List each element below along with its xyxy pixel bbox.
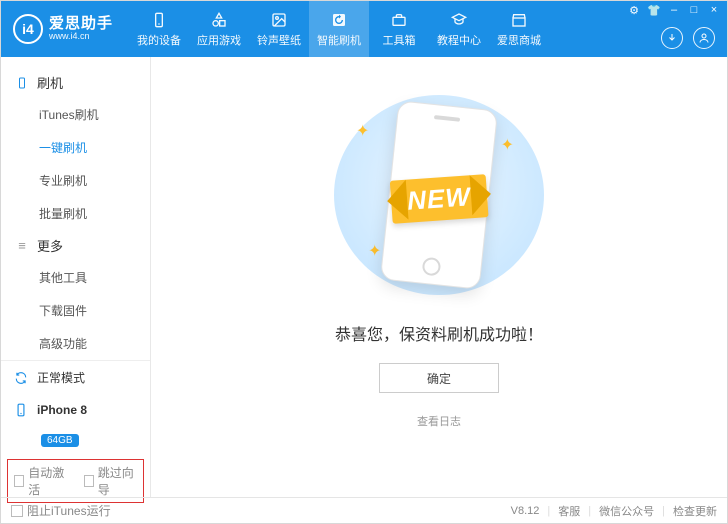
ok-button[interactable]: 确定 [379,363,499,393]
tab-apps[interactable]: 应用游戏 [189,1,249,57]
app-logo: i4 爱思助手 www.i4.cn [1,14,125,44]
graduation-icon [450,11,468,29]
check-block-itunes[interactable]: 阻止iTunes运行 [11,502,111,519]
sidebar-item-advanced[interactable]: 高级功能 [1,327,150,360]
window-controls: ⚙ 👕 – □ × [627,3,721,17]
image-icon [270,11,288,29]
download-icon[interactable] [661,27,683,49]
statusbar: 阻止iTunes运行 V8.12 | 客服 | 微信公众号 | 检查更新 [1,497,727,523]
device-name: iPhone 8 [37,403,87,417]
skin-icon[interactable]: 👕 [647,3,661,17]
tab-tools[interactable]: 工具箱 [369,1,429,57]
maximize-icon[interactable]: □ [687,3,701,17]
mode-row[interactable]: 正常模式 [1,361,150,394]
view-log-link[interactable]: 查看日志 [417,413,461,429]
logo-badge-icon: i4 [13,14,43,44]
sidebar-item-pro-flash[interactable]: 专业刷机 [1,164,150,197]
tab-store[interactable]: 爱思商城 [489,1,549,57]
sparkle-icon: ✦ [368,241,381,261]
sidebar-group-more[interactable]: ≡ 更多 [1,230,150,261]
app-name: 爱思助手 [49,16,113,33]
sidebar-item-itunes-flash[interactable]: iTunes刷机 [1,98,150,131]
new-ribbon: NEW [390,174,488,224]
success-message: 恭喜您，保资料刷机成功啦！ [335,321,543,345]
device-row[interactable]: iPhone 8 64GB [1,394,150,455]
version-label: V8.12 [511,505,540,517]
sidebar-item-batch-flash[interactable]: 批量刷机 [1,197,150,230]
sidebar-item-other-tools[interactable]: 其他工具 [1,261,150,294]
apps-icon [210,11,228,29]
sparkle-icon: ✦ [356,121,369,141]
tab-tutorials[interactable]: 教程中心 [429,1,489,57]
menu-icon: ≡ [15,239,29,253]
support-link[interactable]: 客服 [558,503,580,519]
tab-flash[interactable]: 智能刷机 [309,1,369,57]
tab-my-device[interactable]: 我的设备 [129,1,189,57]
minimize-icon[interactable]: – [667,3,681,17]
user-icon[interactable] [693,27,715,49]
close-icon[interactable]: × [707,3,721,17]
settings-icon[interactable]: ⚙ [627,3,641,17]
main-content: ✦ ✦ ✦ NEW 恭喜您，保资料刷机成功啦！ 确定 查看日志 [151,57,727,497]
sidebar-item-onekey-flash[interactable]: 一键刷机 [1,131,150,164]
check-skip-guide[interactable]: 跳过向导 [84,464,138,498]
tab-ringtones[interactable]: 铃声壁纸 [249,1,309,57]
app-url: www.i4.cn [49,32,113,42]
refresh-icon [330,11,348,29]
check-auto-activate[interactable]: 自动激活 [14,464,68,498]
device-storage-badge: 64GB [41,434,79,447]
wechat-link[interactable]: 微信公众号 [599,503,654,519]
sidebar: 刷机 iTunes刷机 一键刷机 专业刷机 批量刷机 ≡ 更多 其他工具 下载固… [1,57,151,497]
sparkle-icon: ✦ [501,135,514,155]
phone-icon [150,11,168,29]
sidebar-item-download-firmware[interactable]: 下载固件 [1,294,150,327]
update-link[interactable]: 检查更新 [673,503,717,519]
mode-label: 正常模式 [37,369,85,386]
top-tabs: 我的设备 应用游戏 铃声壁纸 智能刷机 工具箱 教程中心 爱思商城 [129,1,549,57]
phone-icon [15,76,29,90]
sidebar-group-flash[interactable]: 刷机 [1,67,150,98]
sync-icon [13,370,29,386]
device-phone-icon [13,402,29,418]
toolbox-icon [390,11,408,29]
success-illustration: ✦ ✦ ✦ NEW [334,95,544,295]
store-icon [510,11,528,29]
topbar: i4 爱思助手 www.i4.cn 我的设备 应用游戏 铃声壁纸 智能刷机 工具… [1,1,727,57]
